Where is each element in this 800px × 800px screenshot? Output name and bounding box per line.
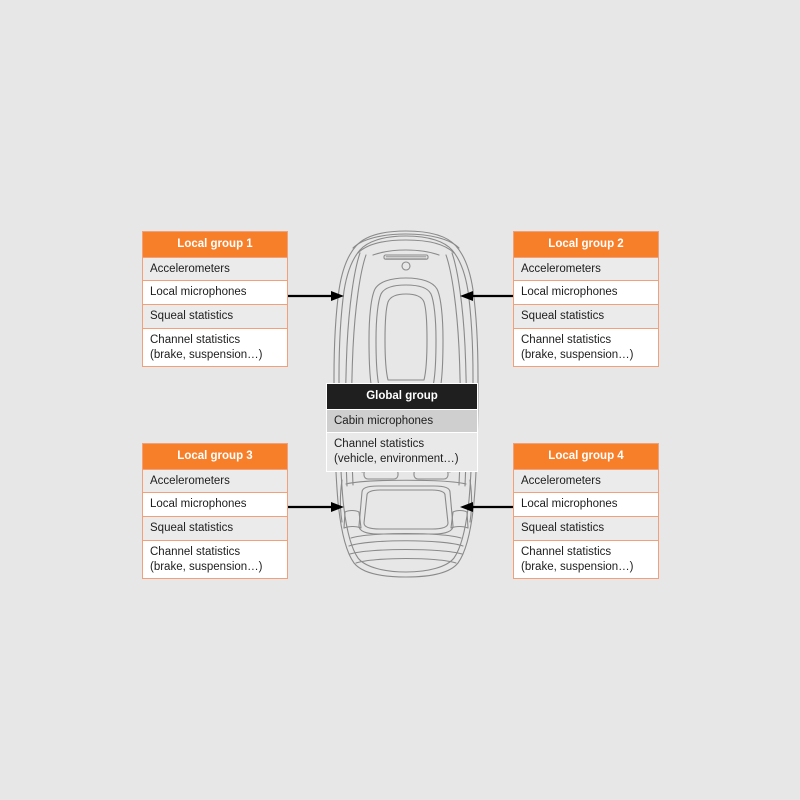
global-group-row-cabin-microphones: Cabin microphones bbox=[327, 408, 477, 433]
local-group-4-row-accelerometers: Accelerometers bbox=[514, 468, 658, 493]
local-group-1-row-local-microphones: Local microphones bbox=[143, 280, 287, 305]
local-group-2-row-squeal-statistics: Squeal statistics bbox=[514, 304, 658, 328]
local-group-1-row-accelerometers: Accelerometers bbox=[143, 256, 287, 281]
local-group-4-panel[interactable]: Local group 4 Accelerometers Local micro… bbox=[513, 443, 659, 580]
local-group-2-title: Local group 2 bbox=[514, 232, 658, 257]
local-group-4-title: Local group 4 bbox=[514, 444, 658, 469]
local-group-1-row-channel-statistics: Channel statistics (brake, suspension…) bbox=[143, 327, 287, 367]
arrow-group1-to-car bbox=[288, 289, 344, 303]
local-group-1-row-squeal-statistics: Squeal statistics bbox=[143, 304, 287, 328]
local-group-1-title: Local group 1 bbox=[143, 232, 287, 257]
global-group-row-channel-statistics: Channel statistics (vehicle, environment… bbox=[327, 432, 477, 471]
local-group-4-row-squeal-statistics: Squeal statistics bbox=[514, 516, 658, 540]
local-group-2-row-channel-statistics: Channel statistics (brake, suspension…) bbox=[514, 327, 658, 367]
local-group-3-row-channel-statistics: Channel statistics (brake, suspension…) bbox=[143, 539, 287, 579]
local-group-1-panel[interactable]: Local group 1 Accelerometers Local micro… bbox=[142, 231, 288, 368]
arrow-group2-to-car bbox=[460, 289, 516, 303]
global-group-title: Global group bbox=[327, 384, 477, 409]
local-group-2-row-local-microphones: Local microphones bbox=[514, 280, 658, 305]
arrow-group3-to-car bbox=[288, 500, 344, 514]
local-group-3-row-accelerometers: Accelerometers bbox=[143, 468, 287, 493]
local-group-4-row-local-microphones: Local microphones bbox=[514, 492, 658, 517]
arrow-group4-to-car bbox=[460, 500, 516, 514]
local-group-3-row-squeal-statistics: Squeal statistics bbox=[143, 516, 287, 540]
local-group-3-row-local-microphones: Local microphones bbox=[143, 492, 287, 517]
local-group-3-title: Local group 3 bbox=[143, 444, 287, 469]
local-group-3-panel[interactable]: Local group 3 Accelerometers Local micro… bbox=[142, 443, 288, 580]
diagram-canvas: Local group 1 Accelerometers Local micro… bbox=[0, 0, 800, 800]
local-group-4-row-channel-statistics: Channel statistics (brake, suspension…) bbox=[514, 539, 658, 579]
local-group-2-row-accelerometers: Accelerometers bbox=[514, 256, 658, 281]
global-group-panel[interactable]: Global group Cabin microphones Channel s… bbox=[326, 383, 478, 472]
local-group-2-panel[interactable]: Local group 2 Accelerometers Local micro… bbox=[513, 231, 659, 368]
